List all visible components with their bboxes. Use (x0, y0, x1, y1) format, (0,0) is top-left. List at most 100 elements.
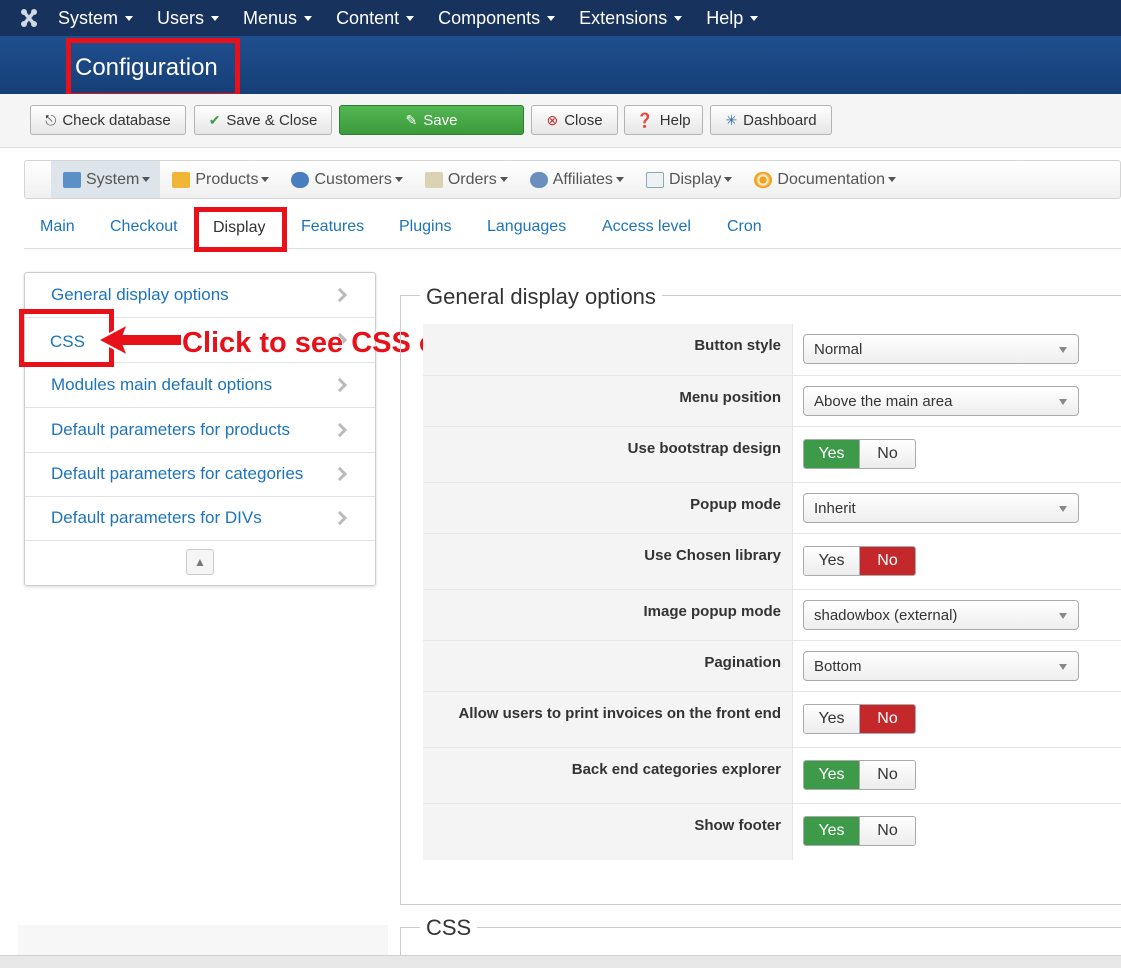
joomla-logo-icon[interactable] (0, 0, 58, 36)
chevron-right-icon (332, 377, 348, 393)
topnav-system[interactable]: System (58, 8, 134, 29)
compnav-products[interactable]: Products (160, 161, 279, 198)
tab-label: Display (213, 219, 266, 236)
menu-item-label: Modules main default options (51, 375, 273, 394)
image-popup-mode-select[interactable]: shadowbox (external) (803, 600, 1079, 630)
topnav-label: Users (157, 7, 205, 28)
dropdown-arrow-icon (1059, 613, 1067, 619)
menu-item-default-params-products[interactable]: Default parameters for products (25, 408, 375, 453)
check-database-button[interactable]: ⎋ Check database (30, 105, 186, 135)
tab-checkout[interactable]: Checkout (110, 218, 178, 236)
menu-item-label: Default parameters for products (51, 420, 291, 439)
menu-item-default-params-divs[interactable]: Default parameters for DIVs (25, 496, 375, 541)
chevron-down-icon (499, 177, 508, 182)
option-label: Pagination (704, 654, 781, 671)
tab-display[interactable]: Display (194, 207, 287, 252)
option-categories-explorer: Back end categories explorer Yes No (423, 748, 1121, 804)
tab-cron[interactable]: Cron (727, 218, 762, 236)
compnav-system[interactable]: System (51, 161, 161, 198)
compnav-label: Products (195, 170, 259, 188)
menu-item-modules-main-default-options[interactable]: Modules main default options (25, 363, 375, 408)
yes-option[interactable]: Yes (804, 440, 859, 468)
menu-position-select[interactable]: Above the main area (803, 386, 1079, 416)
yes-option[interactable]: Yes (804, 817, 859, 845)
no-option[interactable]: No (859, 705, 915, 733)
select-value: shadowbox (external) (814, 607, 958, 624)
tab-main[interactable]: Main (40, 218, 75, 236)
left-column-background (18, 925, 388, 955)
help-button[interactable]: ❓ Help (624, 105, 703, 135)
dropdown-arrow-icon (1059, 506, 1067, 512)
menu-item-label: Default parameters for DIVs (51, 508, 262, 527)
chevron-right-icon (332, 422, 348, 438)
button-label: Save (423, 111, 458, 129)
no-option[interactable]: No (859, 547, 915, 575)
no-option[interactable]: No (859, 761, 915, 789)
users-icon (291, 171, 310, 188)
edit-icon: ✎ (405, 111, 418, 128)
component-menu: System Products Customers Orders Affilia… (24, 160, 1121, 199)
lifebuoy-icon (754, 171, 773, 188)
compnav-label: Affiliates (552, 170, 613, 188)
collapse-up-icon[interactable]: ▲ (186, 549, 214, 575)
save-close-button[interactable]: ✔ Save & Close (194, 105, 332, 135)
topnav-menus[interactable]: Menus (243, 8, 313, 29)
yes-option[interactable]: Yes (804, 705, 859, 733)
show-footer-toggle[interactable]: Yes No (803, 816, 916, 846)
yes-option[interactable]: Yes (804, 547, 859, 575)
tab-languages[interactable]: Languages (487, 218, 566, 236)
button-style-select[interactable]: Normal (803, 334, 1079, 364)
compnav-affiliates[interactable]: Affiliates (518, 161, 634, 198)
compnav-orders[interactable]: Orders (413, 161, 518, 198)
option-use-bootstrap: Use bootstrap design Yes No (423, 427, 1121, 483)
option-label: Button style (694, 337, 781, 354)
topnav-users[interactable]: Users (157, 7, 220, 29)
chevron-down-icon (211, 15, 220, 21)
dashboard-button[interactable]: ✳ Dashboard (710, 105, 832, 135)
dropdown-arrow-icon (1059, 399, 1067, 405)
dropdown-arrow-icon (1059, 664, 1067, 670)
no-option[interactable]: No (859, 817, 915, 845)
button-label: Check database (62, 111, 171, 129)
select-value: Normal (814, 341, 863, 358)
close-button[interactable]: ⊗ Close (531, 105, 618, 135)
menu-item-label: CSS (50, 332, 85, 351)
compnav-display[interactable]: Display (634, 161, 742, 198)
topnav-content[interactable]: Content (336, 8, 415, 29)
select-value: Inherit (814, 500, 856, 517)
use-bootstrap-toggle[interactable]: Yes No (803, 439, 916, 469)
categories-explorer-toggle[interactable]: Yes No (803, 760, 916, 790)
tab-plugins[interactable]: Plugins (399, 218, 451, 236)
save-button[interactable]: ✎ Save (339, 105, 524, 135)
dropdown-arrow-icon (1059, 347, 1067, 353)
compnav-label: Orders (447, 170, 497, 188)
tab-features[interactable]: Features (301, 218, 364, 236)
topnav-label: Components (438, 7, 541, 28)
yes-option[interactable]: Yes (804, 761, 859, 789)
menu-item-label: Default parameters for categories (51, 464, 304, 483)
chevron-down-icon (406, 15, 415, 21)
topnav-label: Help (706, 7, 744, 28)
compnav-customers[interactable]: Customers (279, 161, 412, 198)
no-option[interactable]: No (859, 440, 915, 468)
option-label-cell: Back end categories explorer (423, 748, 793, 803)
topnav-help[interactable]: Help (706, 7, 759, 29)
use-chosen-toggle[interactable]: Yes No (803, 546, 916, 576)
tools-icon (63, 171, 81, 188)
page-title: Configuration (66, 38, 240, 98)
option-label: Image popup mode (643, 603, 781, 620)
print-invoices-toggle[interactable]: Yes No (803, 704, 916, 734)
pagination-select[interactable]: Bottom (803, 651, 1079, 681)
topnav-extensions[interactable]: Extensions (579, 8, 683, 29)
option-image-popup-mode: Image popup mode shadowbox (external) (423, 590, 1121, 641)
checkmark-icon: ✔ (208, 111, 221, 128)
css-fieldset-legend: CSS (420, 915, 478, 941)
tab-access-level[interactable]: Access level (602, 218, 691, 236)
compnav-documentation[interactable]: Documentation (742, 161, 906, 198)
menu-item-default-params-categories[interactable]: Default parameters for categories (25, 452, 375, 497)
option-label-cell: Use bootstrap design (423, 427, 793, 482)
topnav-components[interactable]: Components (438, 7, 556, 29)
chevron-down-icon (125, 15, 134, 21)
popup-mode-select[interactable]: Inherit (803, 493, 1079, 523)
box-icon (172, 171, 191, 188)
